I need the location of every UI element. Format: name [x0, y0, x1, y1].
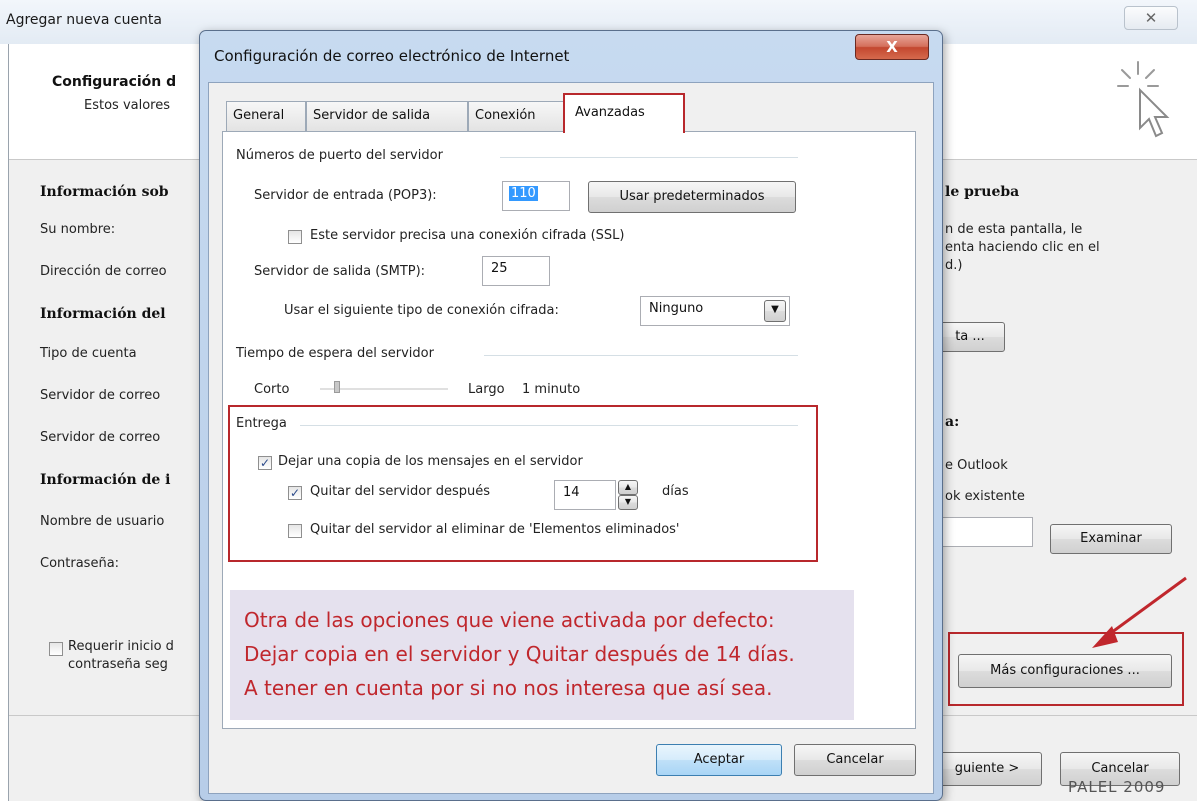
label-direccion-correo: Dirección de correo: [40, 264, 167, 279]
deliver-option-new-outlook: e Outlook: [945, 458, 1008, 473]
ssl-incoming-label: Este servidor precisa una conexión cifra…: [310, 228, 625, 243]
dialog-title: Configuración de correo electrónico de I…: [214, 47, 570, 65]
label-su-nombre: Su nombre:: [40, 222, 116, 237]
annotation-line1: Otra de las opciones que viene activada …: [244, 608, 775, 632]
dialog-cancelar-button[interactable]: Cancelar: [794, 744, 916, 776]
tab-general[interactable]: General: [226, 101, 306, 131]
timeout-long-label: Largo: [468, 382, 505, 397]
background-header-title: Configuración d: [52, 74, 177, 90]
ports-group-label: Números de puerto del servidor: [236, 148, 443, 163]
tab-servidor-de-salida[interactable]: Servidor de salida: [306, 101, 468, 131]
examinar-button[interactable]: Examinar: [1050, 524, 1172, 554]
encryption-type-value: Ninguno: [649, 301, 704, 316]
remove-on-delete-checkbox[interactable]: [288, 524, 302, 538]
label-servidor-correo-entrante: Servidor de correo: [40, 388, 161, 403]
usar-predeterminados-button[interactable]: Usar predeterminados: [588, 181, 796, 213]
siguiente-button[interactable]: guiente >: [932, 752, 1042, 786]
label-tipo-cuenta: Tipo de cuenta: [40, 346, 137, 361]
background-window-title: Agregar nueva cuenta: [6, 12, 162, 28]
days-label: días: [662, 484, 689, 499]
tab-conexion[interactable]: Conexión: [468, 101, 564, 131]
section-deliver-to: a:: [945, 414, 960, 430]
annotation-line3: A tener en cuenta por si no nos interesa…: [244, 676, 773, 700]
remove-after-checkbox[interactable]: ✓: [288, 486, 302, 500]
encryption-type-label: Usar el siguiente tipo de conexión cifra…: [284, 303, 559, 318]
leave-copy-label: Dejar una copia de los mensajes en el se…: [278, 454, 583, 469]
label-requerir-line2: contraseña seg: [68, 657, 168, 672]
timeout-group-label: Tiempo de espera del servidor: [236, 346, 434, 361]
timeout-short-label: Corto: [254, 382, 290, 397]
ports-group-divider: [500, 157, 798, 158]
incoming-server-label: Servidor de entrada (POP3):: [254, 188, 437, 203]
delivery-group-divider: [300, 425, 798, 426]
outgoing-server-label: Servidor de salida (SMTP):: [254, 264, 426, 279]
leave-copy-checkbox[interactable]: ✓: [258, 456, 272, 470]
tab-avanzadas[interactable]: Avanzadas: [563, 93, 685, 133]
dialog-close-button[interactable]: X: [855, 34, 929, 60]
label-contrasena: Contraseña:: [40, 556, 120, 571]
watermark: PALEL 2009: [1068, 778, 1166, 796]
outlook-data-file-input[interactable]: [935, 517, 1033, 547]
test-text-line2: enta haciendo clic en el: [945, 240, 1100, 255]
label-requerir-line1: Requerir inicio d: [68, 639, 174, 654]
mas-configuraciones-button[interactable]: Más configuraciones ...: [958, 654, 1172, 688]
test-text-line3: d.): [945, 258, 963, 273]
timeout-slider-thumb[interactable]: [334, 381, 340, 393]
remove-after-days-input[interactable]: 14: [554, 480, 616, 510]
label-nombre-usuario: Nombre de usuario: [40, 514, 165, 529]
outgoing-port-input[interactable]: 25: [482, 256, 550, 286]
section-test-settings: le prueba: [945, 184, 1020, 200]
remove-on-delete-label: Quitar del servidor al eliminar de 'Elem…: [310, 522, 680, 537]
annotation-line2: Dejar copia en el servidor y Quitar desp…: [244, 642, 795, 666]
label-servidor-correo-saliente: Servidor de correo: [40, 430, 161, 445]
probar-configuracion-button[interactable]: ta ...: [935, 322, 1005, 352]
test-text-line1: n de esta pantalla, le: [945, 222, 1083, 237]
delivery-group-label: Entrega: [236, 416, 287, 431]
aceptar-button[interactable]: Aceptar: [656, 744, 782, 776]
section-user-info: Información sob: [40, 184, 169, 200]
deliver-option-existing-outlook: ok existente: [945, 489, 1025, 504]
require-spa-checkbox[interactable]: [49, 642, 63, 656]
section-login-info: Información de i: [40, 472, 171, 488]
timeout-value: 1 minuto: [522, 382, 581, 397]
remove-after-label: Quitar del servidor después: [310, 484, 491, 499]
background-close-button[interactable]: ✕: [1124, 6, 1178, 30]
timeout-group-divider: [484, 355, 798, 356]
red-arrow-icon: [1092, 576, 1187, 648]
section-server-info: Información del: [40, 306, 166, 322]
spinner-down-icon[interactable]: ▼: [618, 495, 638, 510]
background-header-subtitle: Estos valores: [84, 98, 170, 113]
incoming-port-input[interactable]: 110: [502, 181, 570, 211]
spinner-up-icon[interactable]: ▲: [618, 480, 638, 495]
ssl-incoming-checkbox[interactable]: [288, 230, 302, 244]
incoming-port-value: 110: [509, 186, 538, 201]
cursor-click-icon: [1117, 61, 1170, 138]
chevron-down-icon[interactable]: ▼: [764, 300, 786, 322]
